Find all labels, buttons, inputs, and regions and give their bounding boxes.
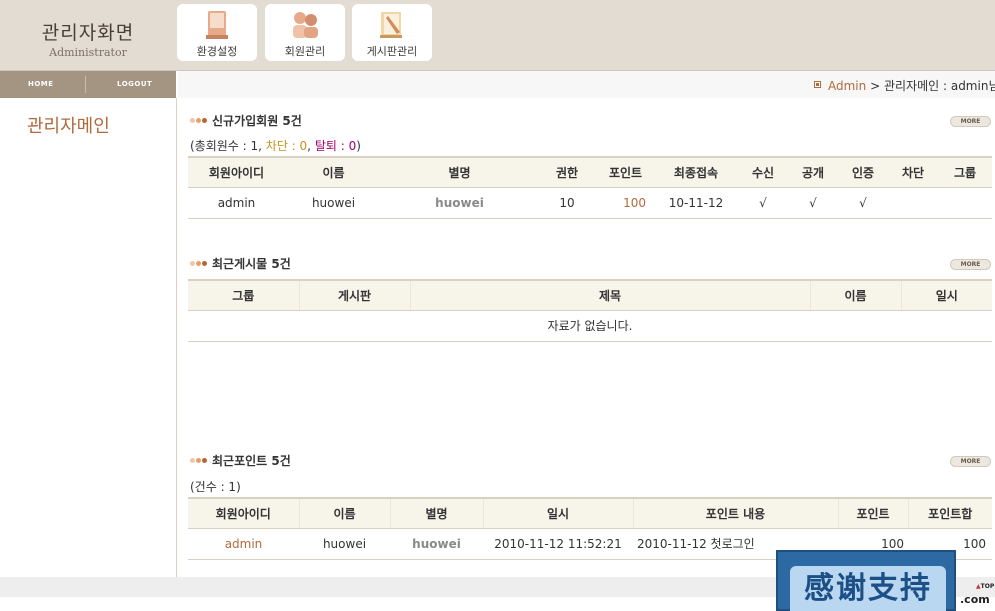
empty-row: 자료가 없습니다. <box>188 310 992 342</box>
col-header: 공개 <box>788 156 838 188</box>
col-header: 회원아이디 <box>188 156 285 188</box>
menu-settings-button[interactable]: 환경설정 <box>177 4 257 61</box>
breadcrumb-root[interactable]: Admin <box>828 79 866 93</box>
nav-divider <box>85 76 86 93</box>
admin-page: 관리자화면 Administrator 환경설정 회원관리 게시판관리 HOME… <box>0 0 995 611</box>
logout-link[interactable]: LOGOUT <box>117 71 152 98</box>
top-link-label: TOP <box>980 583 995 590</box>
col-header: 이름 <box>285 156 382 188</box>
col-header: 그룹 <box>188 279 299 311</box>
member-nick[interactable]: huowei <box>382 187 537 219</box>
members-summary-suffix: ) <box>356 139 361 153</box>
points-more-button[interactable]: MORE <box>950 456 991 467</box>
members-icon <box>293 12 318 38</box>
home-link[interactable]: HOME <box>28 71 54 98</box>
col-header: 포인트 <box>597 156 654 188</box>
col-header: 포인트 내용 <box>632 497 838 529</box>
member-last-login: 10-11-12 <box>654 187 738 219</box>
banner-text: 感谢支持 <box>804 571 932 606</box>
members-table: 회원아이디 이름 별명 권한 포인트 최종접속 수신 공개 인증 차단 그룹 a… <box>188 156 992 219</box>
member-id[interactable]: admin <box>188 187 285 219</box>
table-row: admin huowei huowei 10 100 10-11-12 √ √ … <box>188 187 992 219</box>
breadcrumb-text: Admin > 관리자메인 : admin님 <box>828 77 995 94</box>
col-header: 포인트합 <box>907 497 992 529</box>
col-header: 차단 <box>888 156 938 188</box>
point-member-nick[interactable]: huowei <box>390 528 483 560</box>
sidebar-item-admin-main[interactable]: 관리자메인 <box>27 112 110 138</box>
breadcrumb-separator: > <box>870 79 881 93</box>
posts-table: 그룹 게시판 제목 이름 일시 자료가 없습니다. <box>188 279 992 342</box>
col-header: 일시 <box>482 497 633 529</box>
point-member-name: huowei <box>299 528 390 560</box>
member-public: √ <box>788 187 838 219</box>
header: 관리자화면 Administrator 환경설정 회원관리 게시판관리 <box>0 0 995 71</box>
col-header: 일시 <box>900 279 992 311</box>
menu-board-label: 게시판관리 <box>366 45 418 58</box>
menu-settings-label: 환경설정 <box>196 45 238 58</box>
posts-more-button[interactable]: MORE <box>950 259 991 270</box>
col-header: 이름 <box>809 279 901 311</box>
brand-subtitle: Administrator <box>49 46 127 59</box>
support-banner[interactable]: 感谢支持 <box>776 550 956 611</box>
col-header: 별명 <box>382 156 537 188</box>
member-point: 100 <box>597 187 654 219</box>
posts-header-row: 그룹 게시판 제목 이름 일시 <box>188 279 992 311</box>
points-summary: (건수 : 1) <box>190 480 241 494</box>
members-more-button[interactable]: MORE <box>950 116 991 127</box>
members-summary: (총회원수 : 1, 차단 : 0, 탈퇴 : 0) <box>190 137 361 154</box>
col-header: 그룹 <box>938 156 992 188</box>
members-summary-comma: , <box>307 139 315 153</box>
col-header: 수신 <box>738 156 788 188</box>
member-certified: √ <box>838 187 888 219</box>
section-bullet-icon <box>190 261 208 267</box>
col-header: 이름 <box>298 497 390 529</box>
banner-panel: 感谢支持 <box>790 566 946 611</box>
menu-board-button[interactable]: 게시판관리 <box>352 4 432 61</box>
member-group <box>938 187 992 219</box>
points-header-row: 회원아이디 이름 별명 일시 포인트 내용 포인트 포인트합 <box>188 497 992 529</box>
breadcrumb-current: 관리자메인 : admin님 <box>883 79 995 93</box>
col-header: 인증 <box>838 156 888 188</box>
col-header: 회원아이디 <box>188 497 299 529</box>
point-date: 2010-11-12 11:52:21 <box>483 528 633 560</box>
brand-title: 관리자화면 <box>41 22 135 44</box>
member-level: 10 <box>537 187 597 219</box>
member-name: huowei <box>285 187 382 219</box>
members-header-row: 회원아이디 이름 별명 권한 포인트 최종접속 수신 공개 인증 차단 그룹 <box>188 156 992 188</box>
members-left-count: 탈퇴 : 0 <box>314 139 357 153</box>
posts-empty-message: 자료가 없습니다. <box>188 310 992 342</box>
col-header: 최종접속 <box>654 156 738 188</box>
menu-members-label: 회원관리 <box>284 45 326 58</box>
members-blocked-count: 차단 : 0 <box>265 139 308 153</box>
member-blocked <box>888 187 938 219</box>
members-section-title: 신규가입회원 5건 <box>212 114 302 128</box>
menu-members-button[interactable]: 회원관리 <box>265 4 345 61</box>
top-left-nav: HOME LOGOUT <box>0 71 176 98</box>
col-header: 권한 <box>537 156 597 188</box>
banner-domain-suffix: .com <box>960 593 990 606</box>
section-bullet-icon <box>190 458 208 464</box>
brand: 관리자화면 Administrator <box>0 0 176 71</box>
col-header: 제목 <box>409 279 810 311</box>
settings-book-icon <box>206 11 228 39</box>
top-link[interactable]: ▲TOP <box>976 583 994 590</box>
breadcrumb: Admin > 관리자메인 : admin님 <box>178 71 995 98</box>
members-summary-prefix: (총회원수 : 1, <box>190 139 266 153</box>
point-member-id[interactable]: admin <box>188 528 299 560</box>
col-header: 포인트 <box>837 497 908 529</box>
bullet-icon <box>814 81 821 88</box>
member-receive: √ <box>738 187 788 219</box>
points-section-title: 최근포인트 5건 <box>212 454 291 468</box>
section-bullet-icon <box>190 118 208 124</box>
posts-section-title: 최근게시물 5건 <box>212 257 291 271</box>
sidebar: 관리자메인 <box>0 98 177 577</box>
col-header: 게시판 <box>298 279 410 311</box>
board-icon <box>380 12 402 38</box>
col-header: 별명 <box>389 497 483 529</box>
